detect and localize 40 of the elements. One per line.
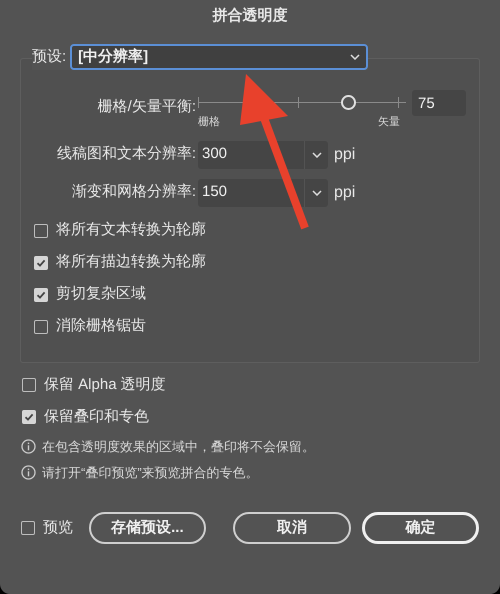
dialog-button[interactable]: 存储预设... (88, 512, 206, 544)
checkbox[interactable] (34, 288, 48, 302)
resolution-combo[interactable]: 300 (198, 140, 328, 168)
checkbox-label: 将所有文本转换为轮廓 (56, 220, 206, 240)
resolution-combo[interactable]: 150 (198, 178, 328, 206)
chevron-down-icon (312, 190, 322, 196)
chevron-down-icon (350, 54, 360, 60)
check-icon (36, 290, 46, 300)
checkbox[interactable] (34, 320, 48, 334)
dialog-button[interactable]: 确定 (362, 512, 479, 544)
resolution-label: 线稿图和文本分辨率: (56, 144, 196, 164)
checkbox-label: 剪切复杂区域 (56, 284, 146, 304)
info-note: 请打开“叠印预览”来预览拼合的专色。 (42, 464, 259, 482)
preset-dropdown[interactable]: [中分辨率] (70, 44, 368, 70)
balance-label: 栅格/矢量平衡: (96, 97, 196, 117)
checkbox-label: 保留叠印和专色 (44, 406, 149, 427)
info-icon (21, 439, 36, 454)
resolution-label: 渐变和网格分辨率: (70, 182, 196, 202)
min-label: 栅格 (198, 115, 220, 130)
window-title: 拼合透明度 (212, 6, 288, 26)
checkbox-label: 保留 Alpha 透明度 (44, 374, 166, 395)
preset-label: 预设: (32, 46, 66, 67)
info-icon (21, 464, 36, 480)
check-icon (24, 412, 34, 422)
checkbox-label: 将所有描边转换为轮廓 (56, 252, 206, 272)
max-label: 矢量 (378, 115, 400, 130)
checkbox-label: 预览 (43, 518, 73, 538)
unit-label: ppi (334, 144, 356, 164)
check-icon (36, 258, 46, 268)
balance-input[interactable]: 75 (412, 90, 466, 116)
unit-label: ppi (334, 182, 356, 202)
dialog-button[interactable]: 取消 (233, 512, 351, 544)
chevron-down-icon (312, 152, 322, 158)
checkbox[interactable] (21, 521, 35, 535)
checkbox-label: 消除栅格锯齿 (56, 316, 146, 336)
checkbox[interactable] (22, 410, 36, 424)
checkbox[interactable] (22, 378, 36, 392)
info-note: 在包含透明度效果的区域中，叠印将不会保留。 (42, 438, 315, 456)
checkbox[interactable] (34, 224, 48, 238)
checkbox[interactable] (34, 256, 48, 270)
